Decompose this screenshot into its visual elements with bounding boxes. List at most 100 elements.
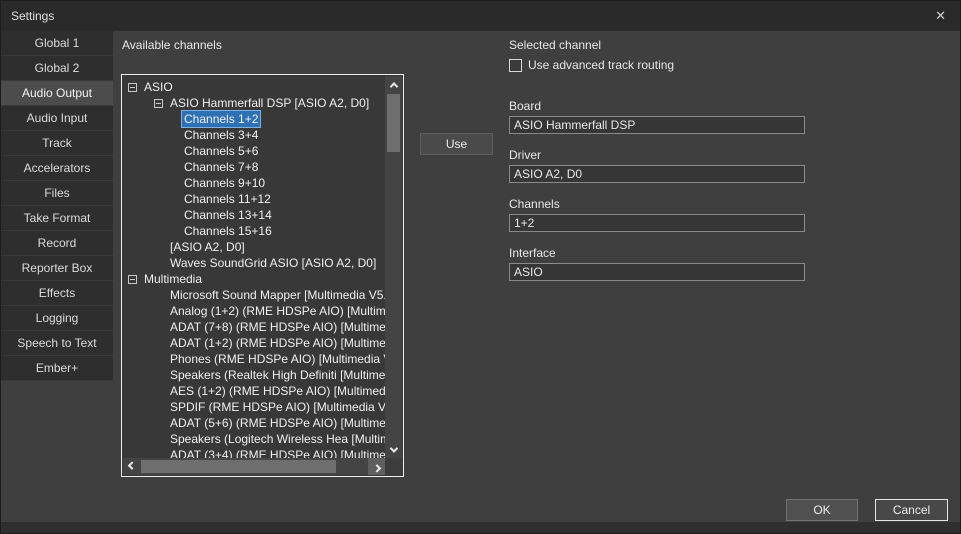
tree-item[interactable]: Channels 13+14 xyxy=(123,207,385,223)
sidebar-item-audio-output[interactable]: Audio Output xyxy=(1,81,113,106)
vertical-scroll-thumb[interactable] xyxy=(387,94,400,152)
scroll-up-button[interactable] xyxy=(385,76,402,93)
sidebar-item-global-1[interactable]: Global 1 xyxy=(1,31,113,56)
tree-item[interactable]: ADAT (7+8) (RME HDSPe AIO) [Multimedia V xyxy=(123,319,385,335)
tree-item-label: ASIO xyxy=(142,79,175,95)
advanced-routing-row[interactable]: Use advanced track routing xyxy=(509,58,674,72)
tree-item-label: Speakers (Realtek High Definiti [Multime… xyxy=(168,367,385,383)
sidebar-item-track[interactable]: Track xyxy=(1,131,113,156)
selected-channel-label: Selected channel xyxy=(509,38,601,52)
tree-item-label: Channels 1+2 xyxy=(182,111,260,127)
tree-item[interactable]: Speakers (Logitech Wireless Hea [Multime… xyxy=(123,431,385,447)
tree-item-label: ADAT (1+2) (RME HDSPe AIO) [Multimedia V xyxy=(168,335,385,351)
sidebar-item-ember[interactable]: Ember+ xyxy=(1,356,113,381)
channels-label: Channels xyxy=(509,197,560,211)
tree-item[interactable]: ADAT (5+6) (RME HDSPe AIO) [Multimedia V xyxy=(123,415,385,431)
tree-item-label: AES (1+2) (RME HDSPe AIO) [Multimedia V1 xyxy=(168,383,385,399)
tree-item-label: Channels 7+8 xyxy=(182,159,260,175)
sidebar-item-logging[interactable]: Logging xyxy=(1,306,113,331)
tree-item[interactable]: ADAT (3+4) (RME HDSPe AIO) [Multimedia xyxy=(123,447,385,458)
available-channels-label: Available channels xyxy=(122,38,222,52)
tree-item[interactable]: ASIO xyxy=(123,79,385,95)
scroll-right-button[interactable] xyxy=(368,458,385,475)
tree-item[interactable]: Microsoft Sound Mapper [Multimedia V5.0 xyxy=(123,287,385,303)
tree-item[interactable]: Channels 7+8 xyxy=(123,159,385,175)
tree-item-label: Channels 11+12 xyxy=(182,191,273,207)
window-bottom-border xyxy=(1,522,960,533)
tree-item[interactable]: ASIO Hammerfall DSP [ASIO A2, D0] xyxy=(123,95,385,111)
tree-item-selected[interactable]: Channels 1+2 xyxy=(123,111,385,127)
sidebar-item-audio-input[interactable]: Audio Input xyxy=(1,106,113,131)
tree-item-label: Analog (1+2) (RME HDSPe AIO) [Multimedia… xyxy=(168,303,385,319)
interface-label: Interface xyxy=(509,246,556,260)
collapse-icon[interactable] xyxy=(128,275,137,284)
tree-item[interactable]: Channels 3+4 xyxy=(123,127,385,143)
tree-item[interactable]: Channels 5+6 xyxy=(123,143,385,159)
titlebar: Settings ✕ xyxy=(1,1,960,31)
tree-item-label: Speakers (Logitech Wireless Hea [Multime… xyxy=(168,431,385,447)
tree-item-label: Waves SoundGrid ASIO [ASIO A2, D0] xyxy=(168,255,378,271)
use-button[interactable]: Use xyxy=(420,133,493,155)
interface-input[interactable] xyxy=(509,263,805,281)
board-input[interactable] xyxy=(509,116,805,134)
tree-item-label: Channels 3+4 xyxy=(182,127,260,143)
sidebar-item-speech-to-text[interactable]: Speech to Text xyxy=(1,331,113,356)
tree-item-label: SPDIF (RME HDSPe AIO) [Multimedia V10.0] xyxy=(168,399,385,415)
chevron-up-icon xyxy=(389,82,397,90)
tree-item[interactable]: ADAT (1+2) (RME HDSPe AIO) [Multimedia V xyxy=(123,335,385,351)
scrollbar-corner xyxy=(385,458,402,475)
close-icon[interactable]: ✕ xyxy=(935,1,946,31)
window-title: Settings xyxy=(11,9,54,23)
sidebar-item-take-format[interactable]: Take Format xyxy=(1,206,113,231)
scroll-down-button[interactable] xyxy=(385,441,402,458)
sidebar-item-record[interactable]: Record xyxy=(1,231,113,256)
tree-item-label: Microsoft Sound Mapper [Multimedia V5.0 xyxy=(168,287,385,303)
chevron-right-icon xyxy=(372,464,380,472)
tree-item[interactable]: Channels 15+16 xyxy=(123,223,385,239)
scroll-left-button[interactable] xyxy=(123,458,140,475)
tree-item[interactable]: Speakers (Realtek High Definiti [Multime… xyxy=(123,367,385,383)
tree-item[interactable]: Channels 9+10 xyxy=(123,175,385,191)
tree-item[interactable]: Phones (RME HDSPe AIO) [Multimedia V10. xyxy=(123,351,385,367)
sidebar-item-global-2[interactable]: Global 2 xyxy=(1,56,113,81)
cancel-button[interactable]: Cancel xyxy=(875,499,948,521)
driver-label: Driver xyxy=(509,148,541,162)
sidebar-item-effects[interactable]: Effects xyxy=(1,281,113,306)
tree-item[interactable]: SPDIF (RME HDSPe AIO) [Multimedia V10.0] xyxy=(123,399,385,415)
chevron-down-icon xyxy=(389,444,397,452)
tree-viewport: ASIO ASIO Hammerfall DSP [ASIO A2, D0] C… xyxy=(123,76,385,458)
settings-window: Settings ✕ Global 1 Global 2 Audio Outpu… xyxy=(0,0,961,534)
sidebar-item-accelerators[interactable]: Accelerators xyxy=(1,156,113,181)
tree-item-label: Channels 15+16 xyxy=(182,223,274,239)
chevron-left-icon xyxy=(127,461,135,469)
tree-item[interactable]: Analog (1+2) (RME HDSPe AIO) [Multimedia… xyxy=(123,303,385,319)
tree-item-label: ASIO Hammerfall DSP [ASIO A2, D0] xyxy=(168,95,371,111)
advanced-routing-checkbox[interactable] xyxy=(509,59,522,72)
tree-item-label: Phones (RME HDSPe AIO) [Multimedia V10. xyxy=(168,351,385,367)
sidebar-item-reporter-box[interactable]: Reporter Box xyxy=(1,256,113,281)
horizontal-scroll-thumb[interactable] xyxy=(141,460,336,473)
ok-button[interactable]: OK xyxy=(786,499,858,521)
tree-item[interactable]: [ASIO A2, D0] xyxy=(123,239,385,255)
tree-item[interactable]: Multimedia xyxy=(123,271,385,287)
channels-input[interactable] xyxy=(509,214,805,232)
advanced-routing-label: Use advanced track routing xyxy=(528,58,674,72)
tree-item-label: [ASIO A2, D0] xyxy=(168,239,247,255)
tree-item-label: Channels 13+14 xyxy=(182,207,274,223)
tree-item-label: ADAT (3+4) (RME HDSPe AIO) [Multimedia xyxy=(168,447,385,458)
channels-tree-listbox: ASIO ASIO Hammerfall DSP [ASIO A2, D0] C… xyxy=(121,74,404,477)
collapse-icon[interactable] xyxy=(154,99,163,108)
sidebar-item-files[interactable]: Files xyxy=(1,181,113,206)
tree-item-label: Multimedia xyxy=(142,271,204,287)
tree-item-label: ADAT (7+8) (RME HDSPe AIO) [Multimedia V xyxy=(168,319,385,335)
collapse-icon[interactable] xyxy=(128,83,137,92)
driver-input[interactable] xyxy=(509,165,805,183)
board-label: Board xyxy=(509,99,541,113)
vertical-scrollbar[interactable] xyxy=(385,76,402,458)
tree-item-label: ADAT (5+6) (RME HDSPe AIO) [Multimedia V xyxy=(168,415,385,431)
tree-item[interactable]: Channels 11+12 xyxy=(123,191,385,207)
tree-item-label: Channels 5+6 xyxy=(182,143,260,159)
horizontal-scrollbar[interactable] xyxy=(123,458,385,475)
tree-item[interactable]: AES (1+2) (RME HDSPe AIO) [Multimedia V1 xyxy=(123,383,385,399)
tree-item[interactable]: Waves SoundGrid ASIO [ASIO A2, D0] xyxy=(123,255,385,271)
